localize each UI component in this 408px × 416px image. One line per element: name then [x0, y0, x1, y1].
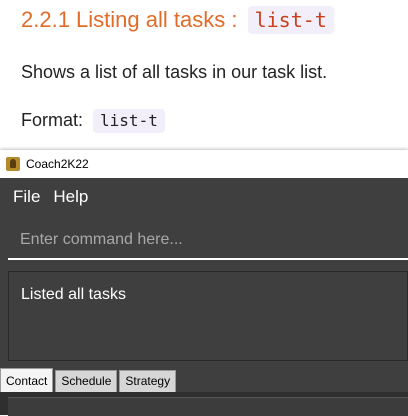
section-heading: 2.2.1 Listing all tasks : list-t — [21, 3, 334, 36]
result-message: Listed all tasks — [21, 286, 126, 303]
title-bar[interactable]: Coach2K22 — [0, 150, 408, 178]
tab-strip: Contact Schedule Strategy — [0, 368, 408, 392]
command-input[interactable] — [8, 222, 408, 258]
tab-contact[interactable]: Contact — [0, 368, 54, 392]
menu-help[interactable]: Help — [47, 187, 94, 207]
tab-content-panel — [0, 392, 408, 416]
menu-file[interactable]: File — [7, 187, 46, 207]
result-display: Listed all tasks — [8, 271, 408, 361]
format-command-code: list-t — [93, 109, 165, 134]
app-window: Coach2K22 File Help Listed all tasks Con… — [0, 150, 408, 416]
section-description: Shows a list of all tasks in our task li… — [21, 62, 328, 82]
command-box — [8, 222, 408, 260]
contact-list-panel — [8, 397, 408, 416]
section-heading-text: 2.2.1 Listing all tasks : — [21, 7, 238, 33]
window-title: Coach2K22 — [26, 157, 89, 171]
tab-schedule[interactable]: Schedule — [55, 370, 118, 392]
tab-strategy[interactable]: Strategy — [119, 370, 177, 392]
app-logo-icon — [6, 157, 20, 171]
user-guide-section: 2.2.1 Listing all tasks : list-t Shows a… — [0, 0, 408, 148]
format-label: Format: — [21, 110, 84, 130]
menu-bar: File Help — [0, 178, 408, 216]
format-line: Format: list-t — [21, 107, 165, 134]
heading-command-code: list-t — [247, 6, 334, 35]
